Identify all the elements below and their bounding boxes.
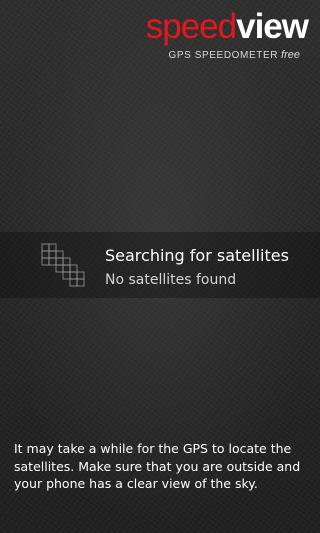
app-header: speedview GPS SPEEDOMETER free <box>0 0 320 70</box>
status-title: Searching for satellites <box>105 246 289 265</box>
logo-view-text: view <box>236 7 309 46</box>
app-tagline: GPS SPEEDOMETER free <box>168 49 300 61</box>
logo-speed-text: speed <box>145 7 237 46</box>
satellite-grid-icon <box>41 243 85 287</box>
gps-hint-text: It may take a while for the GPS to locat… <box>14 441 301 491</box>
tagline-text: GPS SPEEDOMETER <box>168 50 279 61</box>
tagline-free: free <box>281 49 300 61</box>
app-logo: speedview <box>145 7 309 46</box>
status-subtitle: No satellites found <box>105 272 237 288</box>
